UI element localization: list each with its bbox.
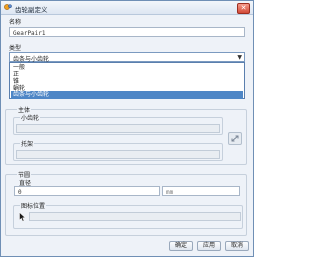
- diameter-value: 0: [18, 189, 22, 196]
- type-select[interactable]: 齿条与小齿轮 ▼: [9, 52, 245, 63]
- swap-bodies-button[interactable]: [228, 132, 242, 145]
- gear-pair-icon: [4, 4, 12, 10]
- unit-value: mm: [166, 189, 174, 196]
- diameter-input[interactable]: 0: [14, 186, 160, 196]
- icon-position-label: 图标位置: [20, 201, 47, 210]
- type-option-rack-pinion[interactable]: 齿条与小齿轮: [11, 91, 243, 99]
- type-label: 类型: [9, 45, 22, 52]
- rack-input[interactable]: [16, 150, 220, 159]
- pinion-label: 小齿轮: [20, 113, 41, 122]
- chevron-down-icon[interactable]: ▼: [237, 54, 242, 61]
- swap-icon: [231, 135, 239, 142]
- rack-label: 托架: [20, 139, 35, 148]
- title-bar[interactable]: 齿轮副定义 ✕: [1, 1, 253, 15]
- dialog-window: 齿轮副定义 ✕ 名称 GearPair1 类型 齿条与小齿轮 ▼ 一般 正 锥 …: [0, 0, 254, 257]
- pointer-icon[interactable]: [19, 212, 26, 222]
- apply-button[interactable]: 应用: [197, 241, 221, 251]
- name-label: 名称: [9, 19, 22, 26]
- ok-button[interactable]: 确定: [169, 241, 193, 251]
- type-dropdown-list: 一般 正 锥 蜗轮 齿条与小齿轮: [9, 62, 245, 99]
- icon-position-input[interactable]: [29, 212, 241, 221]
- unit-field[interactable]: mm: [162, 186, 240, 196]
- name-value: GearPair1: [13, 30, 46, 37]
- window-title: 齿轮副定义: [15, 6, 48, 14]
- pinion-input[interactable]: [16, 124, 220, 133]
- close-button[interactable]: ✕: [237, 3, 250, 14]
- name-input[interactable]: GearPair1: [9, 27, 245, 37]
- cancel-button[interactable]: 取消: [225, 241, 249, 251]
